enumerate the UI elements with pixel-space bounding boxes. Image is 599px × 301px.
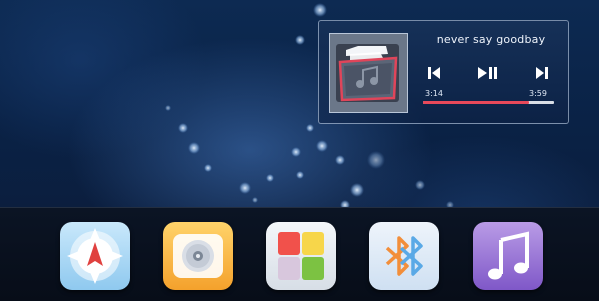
disc-icon (173, 234, 223, 278)
app-dock (0, 207, 599, 301)
bluetooth-icon (385, 236, 423, 276)
progress-bar[interactable] (423, 101, 554, 104)
play-pause-icon (478, 67, 497, 79)
gallery-icon (278, 232, 324, 280)
home-screen: never say goodbay 3:14 3:59 (0, 0, 599, 301)
previous-track-button[interactable] (419, 61, 449, 85)
gallery-app-button[interactable] (266, 222, 336, 290)
bluetooth-app-button[interactable] (369, 222, 439, 290)
music-folder-icon (330, 34, 407, 112)
progress-fill (423, 101, 530, 104)
navigation-app-button[interactable] (60, 222, 130, 290)
next-track-button[interactable] (527, 61, 557, 85)
skip-previous-icon (428, 67, 440, 79)
music-note-icon (488, 231, 529, 280)
song-title: never say goodbay (436, 33, 546, 46)
play-pause-button[interactable] (473, 61, 503, 85)
album-art[interactable] (329, 33, 408, 113)
media-app-button[interactable] (163, 222, 233, 290)
music-app-button[interactable] (473, 222, 543, 290)
skip-next-icon (536, 67, 548, 79)
elapsed-time: 3:14 (425, 89, 443, 98)
total-time: 3:59 (529, 89, 547, 98)
compass-icon (67, 228, 123, 284)
music-player-widget: never say goodbay 3:14 3:59 (318, 20, 569, 124)
